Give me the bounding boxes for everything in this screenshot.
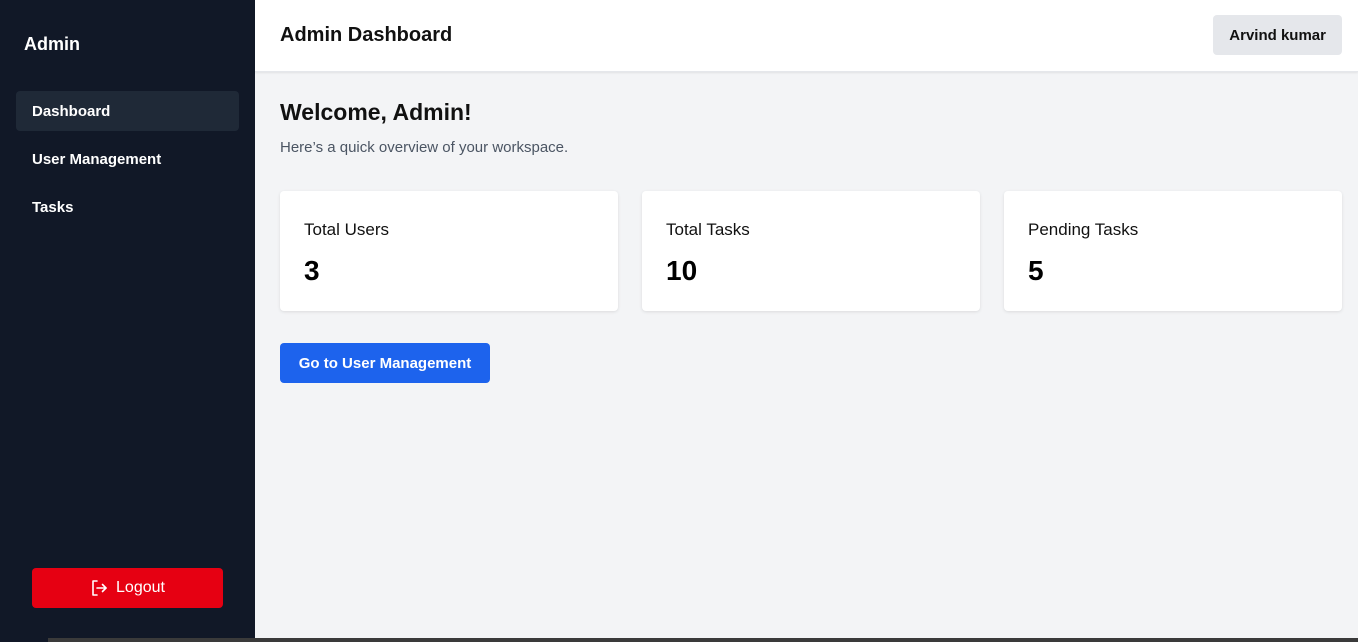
stat-card-total-users: Total Users 3 <box>280 191 618 311</box>
stat-card-value: 3 <box>304 255 320 286</box>
app-root: Admin Dashboard User Management Tasks Lo… <box>0 0 1358 642</box>
stat-card-label: Total Users <box>304 220 390 239</box>
sidebar-item-tasks[interactable]: Tasks <box>16 187 239 227</box>
welcome-subtitle: Here’s a quick overview of your workspac… <box>280 139 569 156</box>
button-label: Go to User Management <box>298 354 472 372</box>
stat-card-label: Total Tasks <box>666 220 750 239</box>
sidebar-item-user-management[interactable]: User Management <box>16 139 239 179</box>
logout-label: Logout <box>116 579 165 596</box>
brand-title: Admin <box>24 34 80 54</box>
window-bottom-edge <box>48 638 1358 642</box>
sidebar-item-label: User Management <box>32 150 162 168</box>
stat-card-total-tasks: Total Tasks 10 <box>642 191 980 311</box>
page-title: Admin Dashboard <box>280 24 453 46</box>
sidebar: Admin Dashboard User Management Tasks Lo… <box>0 0 255 642</box>
stat-card-value: 10 <box>666 255 698 286</box>
stat-card-value: 5 <box>1028 255 1044 286</box>
stat-card-label: Pending Tasks <box>1028 220 1139 239</box>
welcome-heading: Welcome, Admin! <box>280 99 472 125</box>
logout-icon <box>92 580 107 596</box>
top-header: Admin Dashboard Arvind kumar <box>255 0 1358 72</box>
sidebar-item-label: Dashboard <box>32 102 111 120</box>
sidebar-nav: Dashboard User Management Tasks <box>16 91 239 235</box>
stat-card-pending-tasks: Pending Tasks 5 <box>1004 191 1342 311</box>
user-menu-button[interactable]: Arvind kumar <box>1213 15 1342 55</box>
user-name: Arvind kumar <box>1229 26 1326 44</box>
logout-button[interactable]: Logout <box>32 568 223 608</box>
go-to-user-management-button[interactable]: Go to User Management <box>280 343 490 383</box>
sidebar-item-label: Tasks <box>32 198 74 216</box>
sidebar-item-dashboard[interactable]: Dashboard <box>16 91 239 131</box>
